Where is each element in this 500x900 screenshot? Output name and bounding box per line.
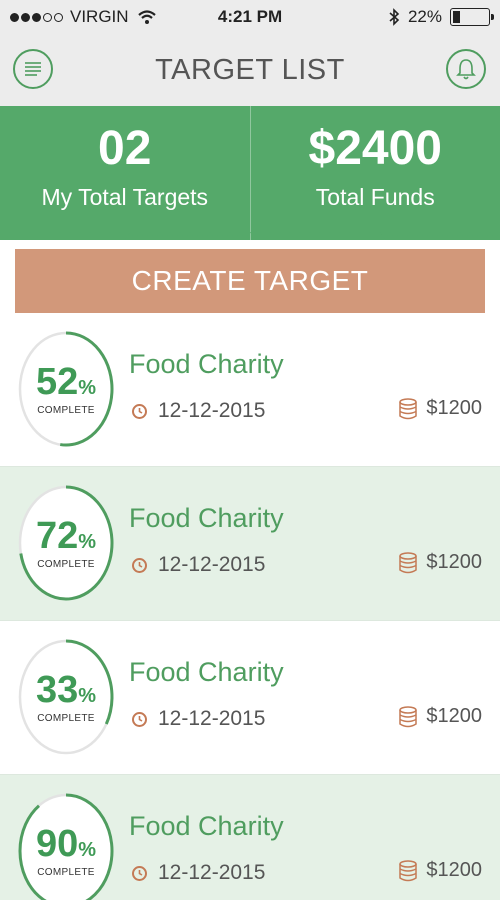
target-list: 52% COMPLETE Food Charity 12-12-2015 $12… <box>0 313 500 900</box>
status-time: 4:21 PM <box>217 7 283 26</box>
zigzag-divider <box>0 232 500 240</box>
target-item[interactable]: 72% COMPLETE Food Charity 12-12-2015 $12… <box>0 467 500 621</box>
target-amount: $1200 <box>398 397 482 420</box>
menu-icon <box>25 62 41 76</box>
target-amount: $1200 <box>398 705 482 728</box>
signal-strength-icon <box>10 12 63 22</box>
complete-label: COMPLETE <box>37 866 95 878</box>
status-left: VIRGIN <box>10 7 180 27</box>
menu-button[interactable] <box>13 49 53 89</box>
total-targets-value: 02 <box>98 122 152 175</box>
create-target-button[interactable]: CREATE TARGET <box>15 249 485 313</box>
progress-ring: 52% COMPLETE <box>17 330 115 448</box>
target-date: 12-12-2015 <box>131 861 265 885</box>
notifications-button[interactable] <box>446 49 486 89</box>
target-item[interactable]: 33% COMPLETE Food Charity 12-12-2015 $12… <box>0 621 500 775</box>
total-funds-stat: $2400 Total Funds <box>249 106 500 240</box>
percent-sign: % <box>78 376 97 399</box>
target-amount-text: $1200 <box>426 705 482 727</box>
target-title: Food Charity <box>129 349 284 379</box>
target-date-text: 12-12-2015 <box>158 861 266 884</box>
total-targets-label: My Total Targets <box>41 184 209 211</box>
target-date-text: 12-12-2015 <box>158 553 266 576</box>
battery-fill <box>453 11 461 23</box>
target-date: 12-12-2015 <box>131 553 265 577</box>
coins-icon <box>399 551 418 573</box>
complete-label: COMPLETE <box>37 404 95 416</box>
target-title: Food Charity <box>129 811 284 841</box>
progress-percent: 52 <box>35 360 79 403</box>
target-item[interactable]: 90% COMPLETE Food Charity 12-12-2015 $12… <box>0 775 500 900</box>
progress-percent: 33 <box>35 668 79 711</box>
target-date-text: 12-12-2015 <box>158 399 266 422</box>
percent-sign: % <box>78 838 97 861</box>
carrier-name: VIRGIN <box>70 7 129 26</box>
target-date: 12-12-2015 <box>131 399 265 423</box>
percent-sign: % <box>78 530 97 553</box>
target-amount-text: $1200 <box>426 859 482 881</box>
target-amount: $1200 <box>398 859 482 882</box>
clock-icon <box>132 403 147 419</box>
progress-ring: 90% COMPLETE <box>17 792 115 900</box>
stats-banner: 02 My Total Targets $2400 Total Funds <box>0 106 500 240</box>
coins-icon <box>399 397 418 419</box>
target-amount: $1200 <box>398 551 482 574</box>
target-item[interactable]: 52% COMPLETE Food Charity 12-12-2015 $12… <box>0 313 500 467</box>
coins-icon <box>399 705 418 727</box>
target-title: Food Charity <box>129 657 284 687</box>
complete-label: COMPLETE <box>37 558 95 570</box>
battery-percent: 22% <box>407 7 442 26</box>
coins-icon <box>399 859 418 881</box>
progress-percent: 90 <box>35 822 79 865</box>
clock-icon <box>132 865 147 881</box>
target-amount-text: $1200 <box>426 551 482 573</box>
total-targets-stat: 02 My Total Targets <box>0 106 250 240</box>
bell-icon <box>456 59 476 80</box>
progress-ring: 33% COMPLETE <box>17 638 115 756</box>
target-date: 12-12-2015 <box>131 707 265 731</box>
clock-icon <box>132 557 147 573</box>
total-funds-value: $2400 <box>308 122 442 175</box>
progress-ring: 72% COMPLETE <box>17 484 115 602</box>
target-date-text: 12-12-2015 <box>158 707 266 730</box>
battery-icon <box>450 8 494 26</box>
status-bar: VIRGIN 4:21 PM 22% <box>0 0 500 34</box>
wifi-icon <box>137 10 156 24</box>
bluetooth-icon <box>389 8 400 26</box>
status-right: 22% <box>320 7 494 27</box>
progress-percent: 72 <box>35 514 79 557</box>
nav-bar: TARGET LIST <box>0 34 500 106</box>
percent-sign: % <box>78 684 97 707</box>
target-amount-text: $1200 <box>426 397 482 419</box>
target-title: Food Charity <box>129 503 284 533</box>
complete-label: COMPLETE <box>37 712 95 724</box>
page-title: TARGET LIST <box>155 53 345 86</box>
total-funds-label: Total Funds <box>315 184 435 211</box>
clock-icon <box>132 711 147 727</box>
